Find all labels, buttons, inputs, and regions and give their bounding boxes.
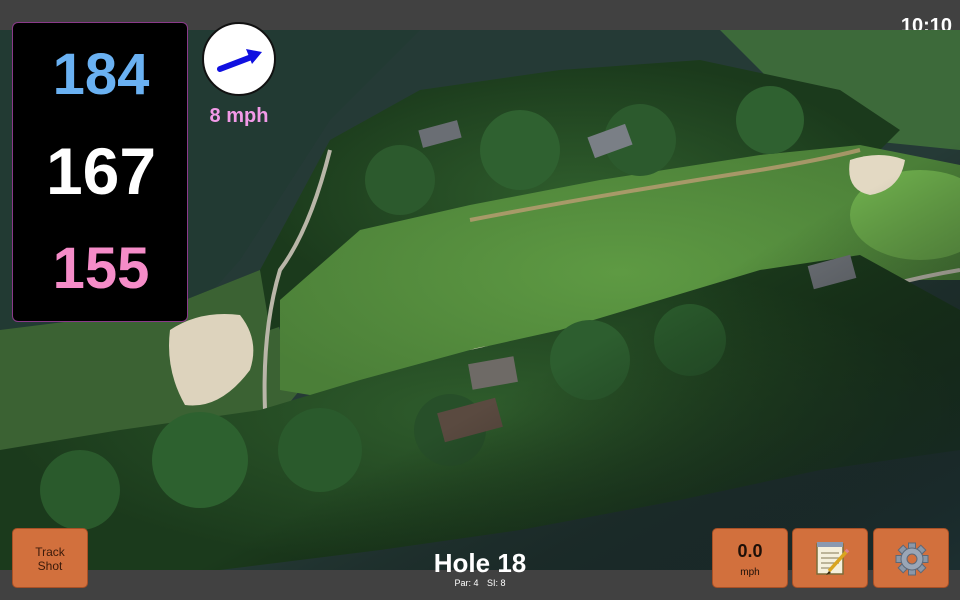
golf-gps-screen: 10:10 184 167 155 8 mph Track Shot Hole … <box>0 0 960 600</box>
track-shot-label-line1: Track <box>35 545 65 559</box>
distance-middle: 167 <box>45 134 157 208</box>
track-shot-label-line2: Shot <box>37 559 63 573</box>
gear-icon <box>895 542 929 576</box>
notes-button[interactable] <box>792 528 868 588</box>
speed-button[interactable]: 0.0 mph <box>712 528 788 588</box>
distance-back: 184 <box>52 42 150 107</box>
wind-speed: 8 mph <box>209 105 269 127</box>
speed-unit: mph <box>740 567 760 578</box>
wind-arrow-icon <box>217 49 262 72</box>
hole-title: Hole 18 <box>433 548 527 578</box>
notepad-icon <box>816 542 850 575</box>
distance-front: 155 <box>52 236 150 301</box>
hole-info: Par: 4 SI: 8 <box>380 578 580 588</box>
settings-button[interactable] <box>873 528 949 588</box>
hole-par: Par: 4 <box>454 578 479 588</box>
speed-value: 0.0 <box>737 541 763 561</box>
distance-panel: 184 167 155 <box>12 22 188 322</box>
track-shot-button[interactable]: Track Shot <box>12 528 88 588</box>
wind-direction-dial <box>202 22 276 96</box>
hole-stroke-index: SI: 8 <box>487 578 506 588</box>
